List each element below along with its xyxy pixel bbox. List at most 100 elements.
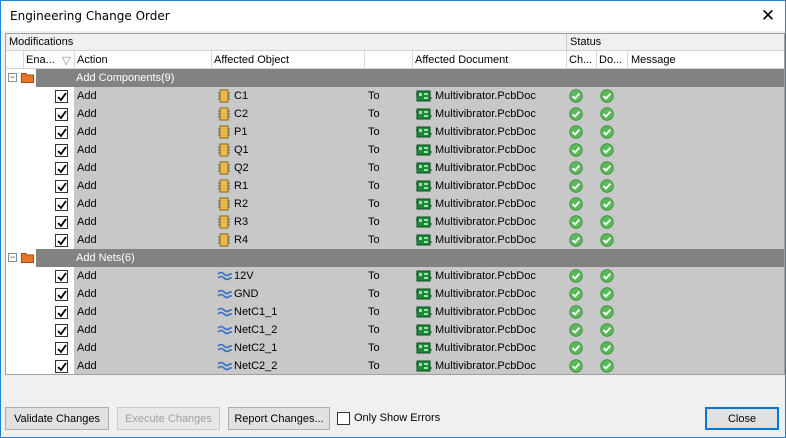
- enable-checkbox[interactable]: [55, 216, 68, 229]
- row-document: Multivibrator.PcbDoc: [435, 306, 536, 318]
- close-window-button[interactable]: ✕: [751, 1, 785, 31]
- eco-dialog: Engineering Change Order ✕ Modifications…: [0, 0, 786, 438]
- row-action: Add: [77, 270, 97, 282]
- row-document: Multivibrator.PcbDoc: [435, 90, 536, 102]
- row-to: To: [368, 360, 380, 372]
- execute-changes-button: Execute Changes: [117, 407, 220, 430]
- table-row[interactable]: Add Q1 To Multivibrator.PcbDoc: [6, 141, 784, 159]
- component-icon: [217, 233, 231, 247]
- enable-checkbox[interactable]: [55, 108, 68, 121]
- row-document: Multivibrator.PcbDoc: [435, 216, 536, 228]
- close-button[interactable]: Close: [705, 407, 779, 430]
- table-row[interactable]: Add C1 To Multivibrator.PcbDoc: [6, 87, 784, 105]
- col-affected-object[interactable]: Affected Object: [214, 54, 289, 66]
- done-ok-icon: [600, 359, 614, 373]
- table-row[interactable]: Add C2 To Multivibrator.PcbDoc: [6, 105, 784, 123]
- enable-checkbox[interactable]: [55, 288, 68, 301]
- enable-checkbox[interactable]: [55, 198, 68, 211]
- net-icon: [217, 341, 232, 355]
- row-document: Multivibrator.PcbDoc: [435, 144, 536, 156]
- col-action[interactable]: Action: [77, 54, 108, 66]
- table-row[interactable]: Add 12V To Multivibrator.PcbDoc: [6, 267, 784, 285]
- enable-checkbox[interactable]: [55, 90, 68, 103]
- enable-checkbox[interactable]: [55, 360, 68, 373]
- table-row[interactable]: Add Q2 To Multivibrator.PcbDoc: [6, 159, 784, 177]
- table-row[interactable]: Add R4 To Multivibrator.PcbDoc: [6, 231, 784, 249]
- component-icon: [217, 89, 231, 103]
- row-action: Add: [77, 306, 97, 318]
- table-row[interactable]: Add NetC2_1 To Multivibrator.PcbDoc: [6, 339, 784, 357]
- done-ok-icon: [600, 215, 614, 229]
- col-affected-document[interactable]: Affected Document: [415, 54, 508, 66]
- row-action: Add: [77, 90, 97, 102]
- check-ok-icon: [569, 197, 583, 211]
- pcb-document-icon: [416, 108, 432, 120]
- col-message[interactable]: Message: [631, 54, 676, 66]
- net-icon: [217, 359, 232, 373]
- enable-checkbox[interactable]: [55, 144, 68, 157]
- collapse-toggle-icon[interactable]: −: [8, 253, 17, 262]
- only-show-errors-checkbox[interactable]: [337, 412, 350, 425]
- table-row[interactable]: Add NetC1_1 To Multivibrator.PcbDoc: [6, 303, 784, 321]
- row-object: Q1: [234, 144, 249, 156]
- group-row[interactable]: − Add Nets(6): [6, 249, 784, 267]
- row-object: Q2: [234, 162, 249, 174]
- row-document: Multivibrator.PcbDoc: [435, 234, 536, 246]
- enable-checkbox[interactable]: [55, 126, 68, 139]
- validate-changes-button[interactable]: Validate Changes: [5, 407, 109, 430]
- table-row[interactable]: Add GND To Multivibrator.PcbDoc: [6, 285, 784, 303]
- check-ok-icon: [569, 359, 583, 373]
- table-row[interactable]: Add P1 To Multivibrator.PcbDoc: [6, 123, 784, 141]
- table-row[interactable]: Add R3 To Multivibrator.PcbDoc: [6, 213, 784, 231]
- enable-checkbox[interactable]: [55, 162, 68, 175]
- net-icon: [217, 269, 232, 283]
- column-band: Modifications Status: [6, 34, 784, 51]
- row-action: Add: [77, 360, 97, 372]
- check-ok-icon: [569, 323, 583, 337]
- col-done[interactable]: Do...: [599, 54, 622, 66]
- table-row[interactable]: Add NetC1_2 To Multivibrator.PcbDoc: [6, 321, 784, 339]
- row-object: NetC2_2: [234, 360, 278, 372]
- done-ok-icon: [600, 305, 614, 319]
- row-to: To: [368, 216, 380, 228]
- enable-checkbox[interactable]: [55, 342, 68, 355]
- report-changes-button[interactable]: Report Changes...: [228, 407, 330, 430]
- enable-checkbox[interactable]: [55, 324, 68, 337]
- row-to: To: [368, 342, 380, 354]
- row-object: R2: [234, 198, 249, 210]
- row-to: To: [368, 162, 380, 174]
- collapse-toggle-icon[interactable]: −: [8, 73, 17, 82]
- enable-checkbox[interactable]: [55, 270, 68, 283]
- row-document: Multivibrator.PcbDoc: [435, 180, 536, 192]
- enable-checkbox[interactable]: [55, 306, 68, 319]
- row-object: 12V: [234, 270, 254, 282]
- table-row[interactable]: Add R2 To Multivibrator.PcbDoc: [6, 195, 784, 213]
- col-enable[interactable]: Ena...: [26, 54, 55, 66]
- check-ok-icon: [569, 161, 583, 175]
- row-document: Multivibrator.PcbDoc: [435, 198, 536, 210]
- row-action: Add: [77, 216, 97, 228]
- table-row[interactable]: Add NetC2_2 To Multivibrator.PcbDoc: [6, 357, 784, 374]
- enable-checkbox[interactable]: [55, 234, 68, 247]
- enable-checkbox[interactable]: [55, 180, 68, 193]
- sort-filter-icon[interactable]: ▽: [62, 54, 70, 67]
- pcb-document-icon: [416, 306, 432, 318]
- check-ok-icon: [569, 305, 583, 319]
- row-object: GND: [234, 288, 259, 300]
- col-check[interactable]: Ch...: [569, 54, 592, 66]
- row-object: R4: [234, 234, 249, 246]
- pcb-document-icon: [416, 144, 432, 156]
- table-row[interactable]: Add R1 To Multivibrator.PcbDoc: [6, 177, 784, 195]
- done-ok-icon: [600, 179, 614, 193]
- component-icon: [217, 161, 231, 175]
- row-to: To: [368, 198, 380, 210]
- folder-icon: [21, 252, 34, 263]
- component-icon: [217, 107, 231, 121]
- done-ok-icon: [600, 89, 614, 103]
- row-to: To: [368, 144, 380, 156]
- button-bar: Validate Changes Execute Changes Report …: [1, 397, 785, 437]
- group-label: Add Components(9): [76, 72, 175, 84]
- row-document: Multivibrator.PcbDoc: [435, 108, 536, 120]
- group-row[interactable]: − Add Components(9): [6, 69, 784, 87]
- row-object: NetC1_1: [234, 306, 278, 318]
